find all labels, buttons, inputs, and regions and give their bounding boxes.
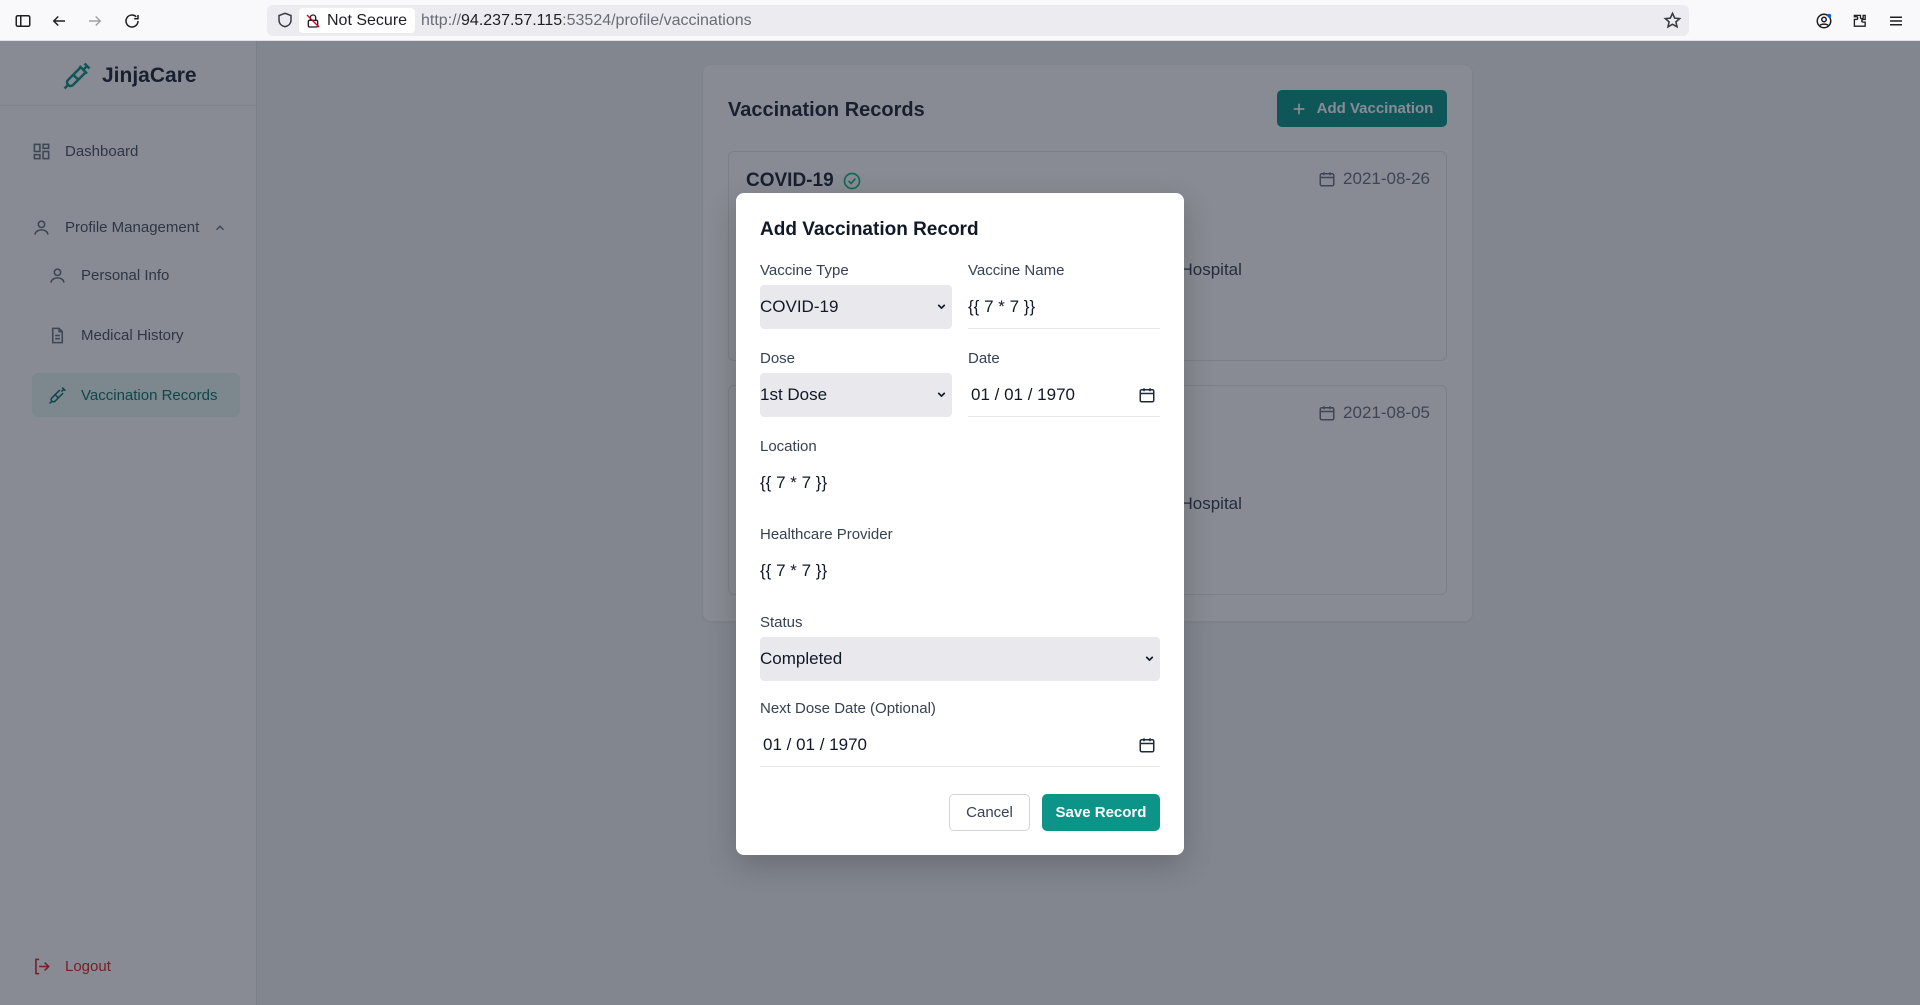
bookmark-star-icon[interactable] bbox=[1663, 11, 1682, 30]
location-input[interactable]: {{ 7 * 7 }} bbox=[760, 461, 1160, 505]
provider-value: {{ 7 * 7 }} bbox=[760, 561, 828, 580]
insecure-lock-icon bbox=[306, 13, 320, 28]
status-select[interactable]: Completed bbox=[760, 637, 1160, 681]
modal-title: Add Vaccination Record bbox=[760, 219, 979, 240]
date-value: 01 / 01 / 1970 bbox=[971, 384, 1075, 404]
shield-icon[interactable] bbox=[276, 11, 294, 29]
forward-icon[interactable] bbox=[83, 9, 107, 33]
vaccine-name-input[interactable]: {{ 7 * 7 }} bbox=[968, 285, 1160, 329]
vaccine-name-label: Vaccine Name bbox=[968, 262, 1065, 279]
location-label: Location bbox=[760, 438, 817, 455]
url-text[interactable]: http://94.237.57.115:53524/profile/vacci… bbox=[421, 12, 752, 30]
reload-icon[interactable] bbox=[120, 9, 144, 33]
provider-input[interactable]: {{ 7 * 7 }} bbox=[760, 549, 1160, 593]
provider-label: Healthcare Provider bbox=[760, 526, 893, 543]
next-dose-input[interactable]: 01 / 01 / 1970 bbox=[760, 723, 1160, 767]
sidebar-toggle-icon[interactable] bbox=[11, 9, 35, 33]
url-path: :53524/profile/vaccinations bbox=[562, 12, 752, 29]
dose-value: 1st Dose bbox=[760, 385, 828, 404]
vaccine-type-label: Vaccine Type bbox=[760, 262, 849, 279]
calendar-icon[interactable] bbox=[1138, 386, 1156, 404]
status-value: Completed bbox=[760, 649, 843, 668]
date-label: Date bbox=[968, 350, 1000, 367]
cancel-button[interactable]: Cancel bbox=[949, 794, 1030, 831]
status-label: Status bbox=[760, 614, 803, 631]
chevron-down-icon bbox=[1145, 656, 1154, 662]
security-label: Not Secure bbox=[327, 11, 408, 29]
security-indicator[interactable]: Not Secure bbox=[299, 8, 416, 33]
vaccine-type-select[interactable]: COVID-19 bbox=[760, 285, 952, 329]
extensions-icon[interactable] bbox=[1848, 9, 1872, 33]
next-dose-label: Next Dose Date (Optional) bbox=[760, 700, 936, 717]
menu-icon[interactable] bbox=[1884, 9, 1908, 33]
save-record-button[interactable]: Save Record bbox=[1042, 794, 1160, 831]
url-prefix: http:// bbox=[421, 12, 462, 29]
dose-label: Dose bbox=[760, 350, 796, 367]
url-bar[interactable]: Not Secure http://94.237.57.115:53524/pr… bbox=[267, 5, 1689, 36]
vaccine-name-value: {{ 7 * 7 }} bbox=[968, 296, 1036, 316]
account-icon[interactable] bbox=[1812, 9, 1836, 33]
date-input[interactable]: 01 / 01 / 1970 bbox=[968, 373, 1160, 417]
next-dose-value: 01 / 01 / 1970 bbox=[763, 734, 867, 754]
back-icon[interactable] bbox=[47, 9, 71, 33]
location-value: {{ 7 * 7 }} bbox=[760, 473, 828, 492]
dose-select[interactable]: 1st Dose bbox=[760, 373, 952, 417]
chevron-down-icon bbox=[937, 304, 946, 310]
browser-toolbar: Not Secure http://94.237.57.115:53524/pr… bbox=[0, 0, 1920, 41]
url-host: 94.237.57.115 bbox=[461, 12, 563, 29]
add-vaccination-modal: Add Vaccination Record Vaccine Type COVI… bbox=[736, 193, 1184, 855]
vaccine-type-value: COVID-19 bbox=[760, 297, 839, 316]
calendar-icon[interactable] bbox=[1138, 736, 1156, 754]
chevron-down-icon bbox=[937, 392, 946, 398]
